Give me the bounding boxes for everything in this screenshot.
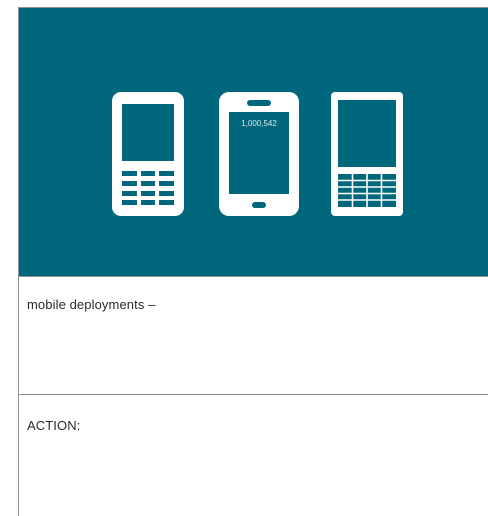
action-label: ACTION:: [27, 418, 81, 433]
qwerty-phone-icon: [331, 92, 403, 216]
hero-banner: 1,000,542: [19, 8, 488, 276]
section-divider: [19, 276, 488, 277]
slide-frame: 1,000,542 mobile deployments – ACTION:: [18, 7, 488, 516]
mobile-deployments-label: mobile deployments –: [27, 297, 156, 312]
section-divider: [19, 394, 488, 395]
feature-phone-icon: [112, 92, 184, 216]
deployment-counter: 1,000,542: [241, 119, 277, 128]
smartphone-icon: 1,000,542: [219, 92, 299, 216]
